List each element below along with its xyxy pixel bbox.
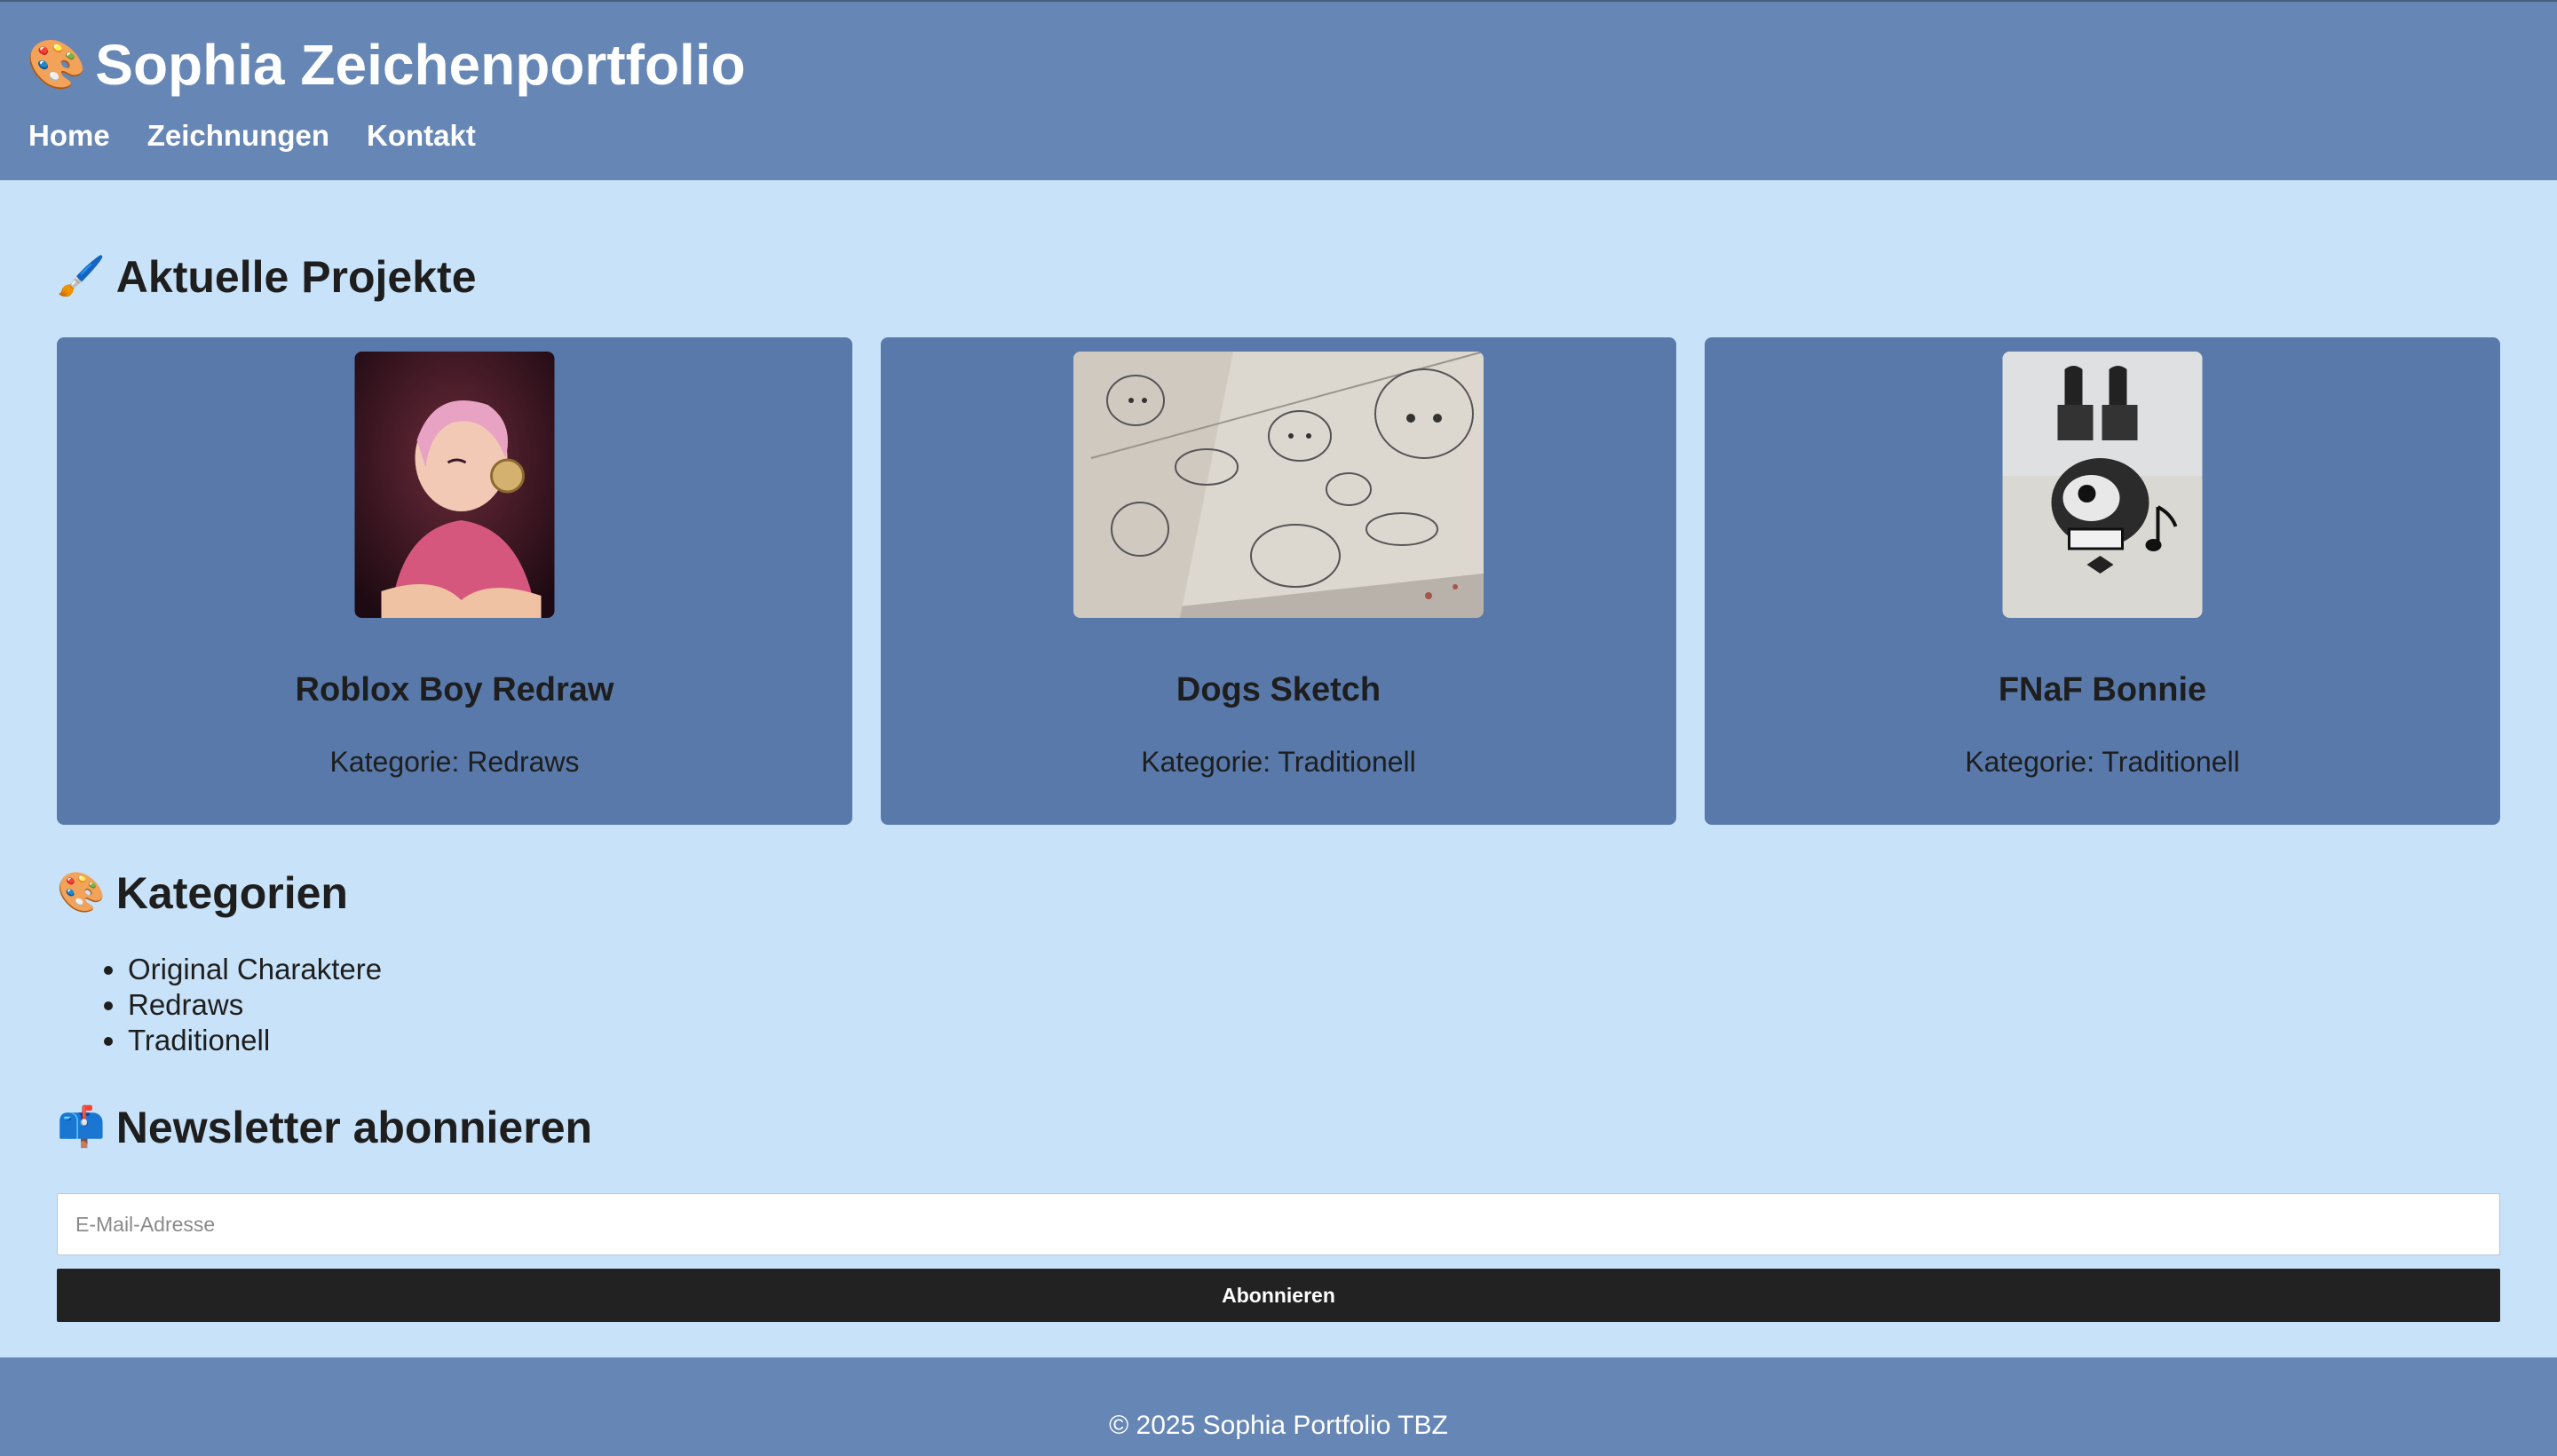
paintbrush-icon: 🖌️ xyxy=(57,254,106,299)
palette-icon: 🎨 xyxy=(27,36,87,92)
project-category: Kategorie: Traditionell xyxy=(1965,746,2240,778)
site-title: 🎨 Sophia Zeichenportfolio xyxy=(27,32,746,98)
nav-home[interactable]: Home xyxy=(28,119,110,153)
nav-kontakt[interactable]: Kontakt xyxy=(367,119,476,153)
project-category: Kategorie: Traditionell xyxy=(1141,746,1416,778)
subscribe-button[interactable]: Abonnieren xyxy=(57,1269,2500,1322)
project-title: Dogs Sketch xyxy=(1176,671,1381,708)
project-category: Kategorie: Redraws xyxy=(329,746,580,778)
list-item: Traditionell xyxy=(128,1023,382,1058)
project-card[interactable]: Dogs Sketch Kategorie: Traditionell xyxy=(881,337,1676,825)
categories-heading-text: Kategorien xyxy=(115,868,348,918)
site-title-text: Sophia Zeichenportfolio xyxy=(95,33,746,97)
projects-heading-text: Aktuelle Projekte xyxy=(115,252,477,302)
project-card[interactable]: Roblox Boy Redraw Kategorie: Redraws xyxy=(57,337,852,825)
mailbox-icon: 📫 xyxy=(57,1104,106,1150)
project-title: FNaF Bonnie xyxy=(1998,671,2207,708)
site-header: 🎨 Sophia Zeichenportfolio Home Zeichnung… xyxy=(0,0,2557,180)
project-title: Roblox Boy Redraw xyxy=(295,671,614,708)
category-list: Original Charaktere Redraws Traditionell xyxy=(98,952,382,1058)
project-cards: Roblox Boy Redraw Kategorie: Redraws Dog… xyxy=(57,337,2500,825)
newsletter-heading-text: Newsletter abonnieren xyxy=(115,1103,593,1152)
nav-zeichnungen[interactable]: Zeichnungen xyxy=(147,119,329,153)
categories-heading: 🎨 Kategorien xyxy=(57,867,348,919)
newsletter-heading: 📫 Newsletter abonnieren xyxy=(57,1102,592,1153)
main-nav: Home Zeichnungen Kontakt xyxy=(28,119,476,153)
site-footer: © 2025 Sophia Portfolio TBZ xyxy=(0,1357,2557,1456)
email-field[interactable] xyxy=(57,1193,2500,1255)
palette-icon: 🎨 xyxy=(57,870,106,915)
portrait-drawing-icon[interactable] xyxy=(354,352,555,618)
list-item: Original Charaktere xyxy=(128,952,382,987)
projects-heading: 🖌️ Aktuelle Projekte xyxy=(57,251,477,303)
list-item: Redraws xyxy=(128,987,382,1023)
footer-text: © 2025 Sophia Portfolio TBZ xyxy=(1109,1411,1448,1440)
project-card[interactable]: FNaF Bonnie Kategorie: Traditionell xyxy=(1705,337,2500,825)
bonnie-sketch-icon[interactable] xyxy=(2002,352,2203,618)
dog-sketches-icon[interactable] xyxy=(1073,352,1484,618)
